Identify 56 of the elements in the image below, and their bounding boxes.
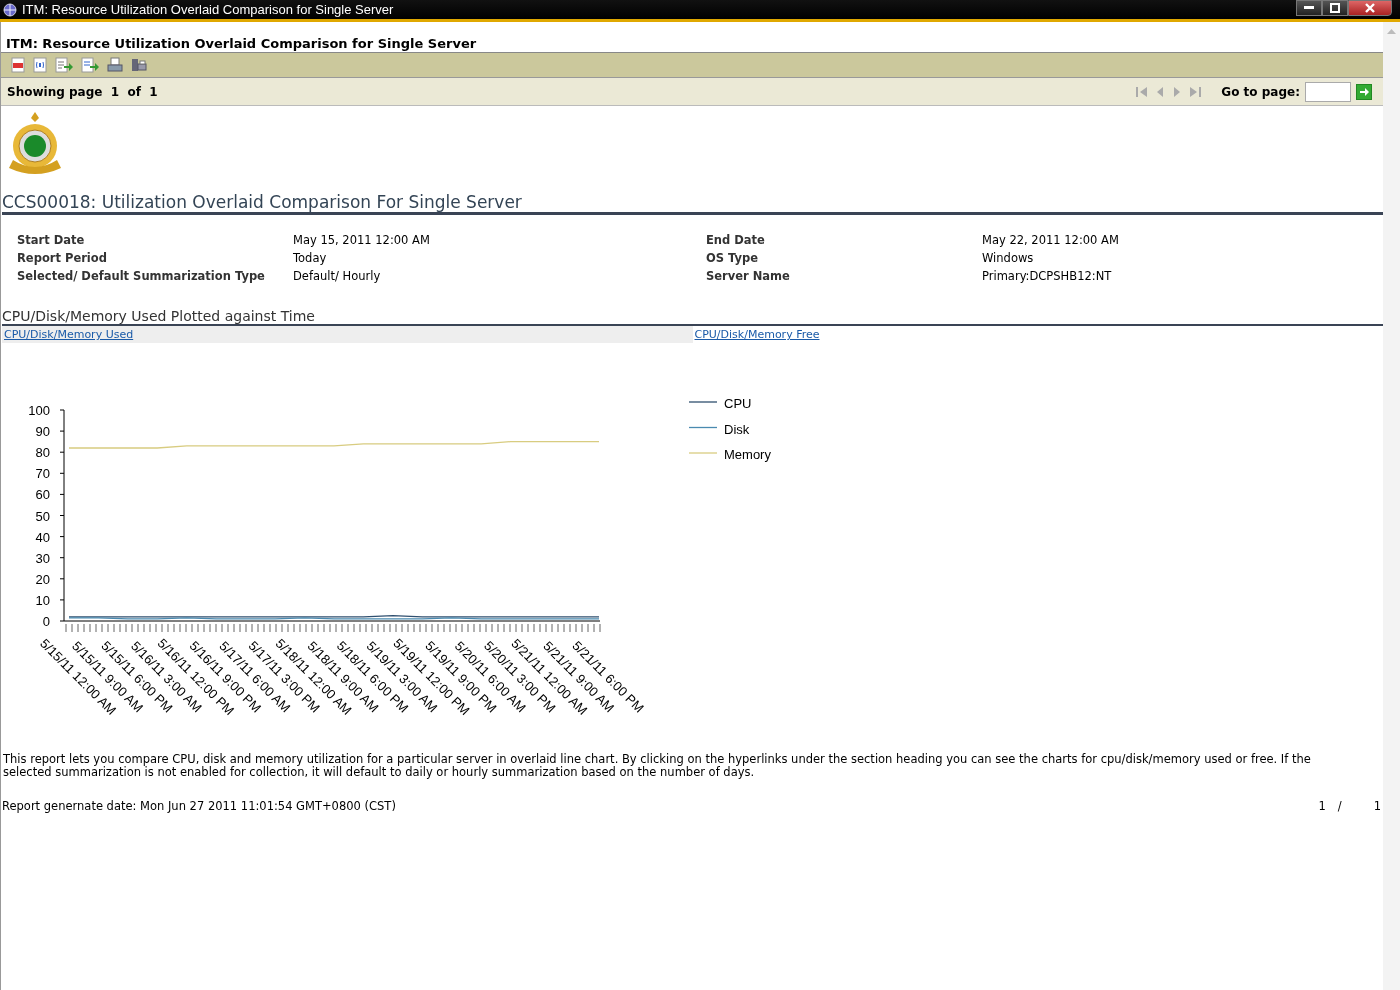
page-total: 1 [1373,799,1381,813]
export-icon[interactable] [55,57,73,73]
y-tick-label: 30 [35,550,50,566]
parameter-value: Today [293,251,328,265]
parameter-label: Server Name [706,269,791,283]
first-page-icon[interactable] [1135,84,1150,99]
arrow-right-icon [1359,86,1369,97]
y-tick-label: 50 [35,508,50,524]
chart-link[interactable]: CPU/Disk/Memory Free [692,326,1383,343]
y-tick-label: 40 [35,529,50,545]
parameter-label: OS Type [706,251,760,265]
parameter-value: May 15, 2011 12:00 AM [293,233,431,247]
goto-page-label: Go to page: [1221,84,1300,99]
minimize-icon [1304,6,1314,10]
y-tick-label: 70 [35,466,50,482]
close-button[interactable] [1348,0,1392,16]
parameter-value: Windows [982,251,1035,265]
y-tick-label: 0 [42,614,50,629]
vertical-scrollbar[interactable] [1383,22,1400,990]
last-page-icon[interactable] [1188,84,1203,99]
legend-label: Disk [724,421,750,437]
print-icon[interactable] [107,57,123,73]
y-tick-label: 90 [35,424,50,440]
parameter-value: Default/ Hourly [293,269,382,283]
y-tick-label: 60 [35,487,50,503]
report-title: CCS00018: Utilization Overlaid Comparison For Single Server [2,192,1383,215]
print-server-icon[interactable] [131,57,147,73]
page-separator: / [1337,799,1342,813]
legend-label: Memory [724,447,771,462]
window-title: ITM: Resource Utilization Overlaid Comparison for Single Server [22,2,394,17]
go-button[interactable] [1356,83,1372,100]
minimize-button[interactable] [1296,0,1322,16]
export-data-icon[interactable] [81,57,99,73]
legend-label: CPU [724,396,752,411]
maximize-button[interactable] [1322,0,1348,16]
parameter-label: Report Period [17,251,108,265]
generated-date: Report genernate date: Mon Jun 27 2011 11:01:54 GMT+0800 (CST) [2,799,396,813]
page-number: 1 [1318,799,1326,813]
goto-page-field[interactable] [1305,81,1351,102]
parameter-value: May 22, 2011 12:00 AM [982,233,1120,247]
restore-icon [1330,3,1340,13]
y-tick-label: 20 [35,571,50,587]
y-tick-label: 80 [35,445,50,461]
parameter-label: End Date [706,233,766,247]
y-tick-label: 10 [35,592,50,608]
globe-icon [3,2,17,17]
report-description: This report lets you compare CPU, disk and memory utilization for a particular server in overlaid line chart. By clicking on the hyperlinks under the section heading you can see the charts for cpu/disk/memory used or free. If the selected summarization is not enabled for collection, it will default to daily or hourly summarization based on the number of days. [3,753,1312,779]
parameter-label: Start Date [17,233,86,247]
parameter-value: Primary:DCPSHB12:NT [982,269,1113,283]
toc-icon[interactable] [11,57,25,73]
parameter-label: Selected/ Default Summarization Type [17,269,266,283]
parameters-icon[interactable] [33,57,47,73]
y-tick-label: 100 [28,403,50,418]
chart-link[interactable]: CPU/Disk/Memory Used [2,326,693,343]
close-icon [1365,3,1375,13]
page-status: Showing page 1 of 1 [7,84,158,99]
